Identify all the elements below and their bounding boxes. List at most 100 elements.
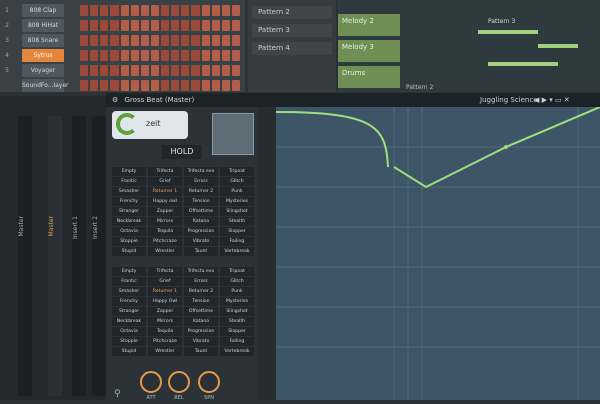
nav-icons[interactable]: ◀ ▶ ▾ ▭ ✕ bbox=[534, 93, 570, 107]
preset-cell[interactable]: Pitchcraze bbox=[148, 237, 182, 246]
preset-cell[interactable]: Returner 1 bbox=[148, 287, 182, 296]
preset-cell[interactable]: Neckbreak bbox=[112, 217, 146, 226]
preset-cell[interactable]: Offsettime bbox=[184, 207, 218, 216]
preset-cell[interactable]: Stoppie bbox=[112, 337, 146, 346]
pattern-item[interactable]: Pattern 2 bbox=[252, 6, 332, 19]
release-knob[interactable] bbox=[168, 371, 190, 393]
preset-cell[interactable]: Octavia bbox=[112, 327, 146, 336]
preset-cell[interactable]: Octavia bbox=[112, 227, 146, 236]
preset-cell[interactable]: Neckbreak bbox=[112, 317, 146, 326]
gear-icon[interactable]: ⚙ bbox=[112, 96, 118, 104]
preset-cell[interactable]: Punk bbox=[220, 287, 254, 296]
zoom-icon[interactable]: ⚲ bbox=[114, 389, 121, 399]
preset-name[interactable]: Juggling Science bbox=[480, 93, 538, 107]
preset-cell[interactable]: Progression bbox=[184, 327, 218, 336]
preset-cell[interactable]: Frenchy bbox=[112, 197, 146, 206]
channel-button[interactable]: SoundFo...layer bbox=[22, 79, 68, 92]
preset-cell[interactable]: Offsettime bbox=[184, 307, 218, 316]
preset-cell[interactable]: Grief bbox=[148, 177, 182, 186]
preset-cell[interactable]: Stoppie bbox=[112, 237, 146, 246]
mixer-strip[interactable]: Master bbox=[18, 116, 32, 396]
preset-cell[interactable]: Katana bbox=[184, 317, 218, 326]
channel-button[interactable]: 808 Clap bbox=[22, 4, 64, 17]
preset-cell[interactable]: Returner 1 bbox=[148, 187, 182, 196]
step-sequencer-row[interactable] bbox=[80, 80, 240, 91]
preset-cell[interactable]: Glitch bbox=[220, 177, 254, 186]
preset-cell[interactable]: Stealth bbox=[220, 217, 254, 226]
preset-cell[interactable]: Vertebreak bbox=[220, 247, 254, 256]
preset-cell[interactable]: Happy Owl bbox=[148, 297, 182, 306]
envelope-svg[interactable] bbox=[275, 106, 600, 400]
preset-cell[interactable]: Failing bbox=[220, 337, 254, 346]
preset-cell[interactable]: Slingshot bbox=[220, 207, 254, 216]
pattern-item[interactable]: Pattern 4 bbox=[252, 42, 332, 55]
preset-cell[interactable]: Empty bbox=[112, 267, 146, 276]
clip-label[interactable]: Pattern 3 bbox=[488, 18, 515, 25]
preset-cell[interactable]: Glitch bbox=[220, 277, 254, 286]
preset-cell[interactable]: Tension bbox=[184, 297, 218, 306]
preset-cell[interactable]: Smasher bbox=[112, 287, 146, 296]
xy-pad[interactable] bbox=[212, 113, 254, 155]
preset-cell[interactable]: Slapper bbox=[220, 327, 254, 336]
preset-cell[interactable]: Katana bbox=[184, 217, 218, 226]
preset-cell[interactable]: Vibrato bbox=[184, 237, 218, 246]
playlist-track[interactable]: Melody 2 bbox=[338, 14, 400, 36]
preset-cell[interactable]: Trifecta bbox=[148, 267, 182, 276]
preset-cell[interactable]: Trifecta evo bbox=[184, 267, 218, 276]
playlist-track[interactable]: Melody 3 bbox=[338, 40, 400, 62]
preset-cell[interactable]: Pitchcraze bbox=[148, 337, 182, 346]
preset-cell[interactable]: Trifecta bbox=[148, 167, 182, 176]
channel-button[interactable]: 808 Snare bbox=[22, 34, 64, 47]
preset-cell[interactable]: Empty bbox=[112, 167, 146, 176]
preset-cell[interactable]: Taunt bbox=[184, 247, 218, 256]
step-sequencer-row[interactable] bbox=[80, 20, 240, 31]
preset-cell[interactable]: Vibrato bbox=[184, 337, 218, 346]
mixer-strip[interactable]: Insert 2 bbox=[92, 116, 106, 396]
preset-cell[interactable]: Stealth bbox=[220, 317, 254, 326]
mixer-strip[interactable]: Master bbox=[48, 116, 62, 396]
mixer-strip[interactable]: Insert 1 bbox=[72, 116, 86, 396]
preset-cell[interactable]: Wrestler bbox=[148, 247, 182, 256]
window-title-bar[interactable]: ⚙ Gross Beat (Master) Juggling Science ◀… bbox=[106, 93, 600, 107]
preset-cell[interactable]: Grief bbox=[148, 277, 182, 286]
playlist-track[interactable]: Drums bbox=[338, 66, 400, 88]
step-sequencer-row[interactable] bbox=[80, 65, 240, 76]
preset-cell[interactable]: Trifecta evo bbox=[184, 167, 218, 176]
preset-cell[interactable]: Errors bbox=[184, 277, 218, 286]
preset-cell[interactable]: Progression bbox=[184, 227, 218, 236]
preset-cell[interactable]: Happy owl bbox=[148, 197, 182, 206]
hold-button[interactable]: HOLD bbox=[162, 145, 202, 159]
clip-label[interactable]: Pattern 2 bbox=[406, 84, 433, 91]
step-sequencer-row[interactable] bbox=[80, 50, 240, 61]
preset-cell[interactable]: Slingshot bbox=[220, 307, 254, 316]
preset-cell[interactable]: Mirrors bbox=[148, 217, 182, 226]
preset-cell[interactable]: Frantic bbox=[112, 177, 146, 186]
preset-cell[interactable]: Mysteries bbox=[220, 297, 254, 306]
preset-cell[interactable]: Tension bbox=[184, 197, 218, 206]
preset-cell[interactable]: Failing bbox=[220, 237, 254, 246]
preset-cell[interactable]: Stranger bbox=[112, 307, 146, 316]
preset-cell[interactable]: Mysteries bbox=[220, 197, 254, 206]
step-sequencer-row[interactable] bbox=[80, 35, 240, 46]
preset-cell[interactable]: Taunt bbox=[184, 347, 218, 356]
envelope-graph[interactable] bbox=[275, 106, 600, 400]
preset-cell[interactable]: Tripoat bbox=[220, 167, 254, 176]
preset-cell[interactable]: Zapper bbox=[148, 207, 182, 216]
preset-cell[interactable]: Stupid bbox=[112, 247, 146, 256]
step-sequencer-row[interactable] bbox=[80, 5, 240, 16]
preset-cell[interactable]: Frenchy bbox=[112, 297, 146, 306]
preset-cell[interactable]: Zapper bbox=[148, 307, 182, 316]
preset-cell[interactable]: Stupid bbox=[112, 347, 146, 356]
pattern-item[interactable]: Pattern 3 bbox=[252, 24, 332, 37]
preset-cell[interactable]: Tequila bbox=[148, 227, 182, 236]
preset-cell[interactable]: Tripoat bbox=[220, 267, 254, 276]
preset-cell[interactable]: Stranger bbox=[112, 207, 146, 216]
preset-cell[interactable]: Vertebreak bbox=[220, 347, 254, 356]
preset-cell[interactable]: Returner 2 bbox=[184, 287, 218, 296]
attack-knob[interactable] bbox=[140, 371, 162, 393]
preset-cell[interactable]: Tequila bbox=[148, 327, 182, 336]
preset-cell[interactable]: Wrestler bbox=[148, 347, 182, 356]
channel-button[interactable]: Sytrus bbox=[22, 49, 64, 62]
channel-button[interactable]: 808 HiHat bbox=[22, 19, 64, 32]
preset-cell[interactable]: Mirrors bbox=[148, 317, 182, 326]
